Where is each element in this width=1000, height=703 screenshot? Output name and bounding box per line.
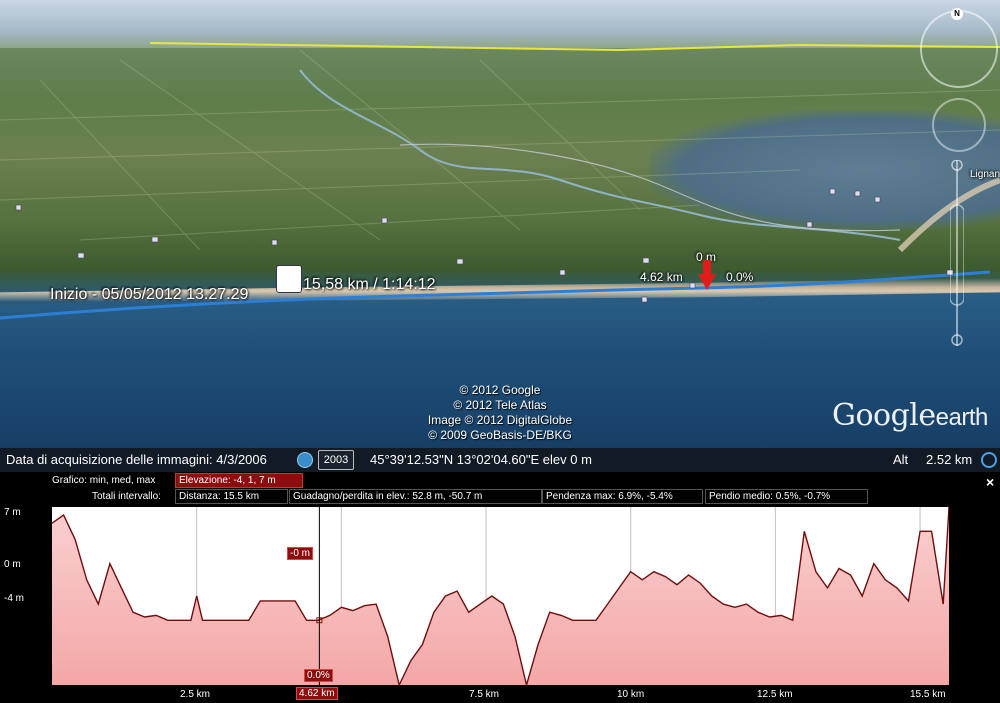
y-tick-label: 7 m (4, 507, 21, 518)
x-tick-label: 2.5 km (180, 689, 211, 700)
x-tick-label: 12.5 km (757, 689, 793, 700)
imagery-date: Data di acquisizione delle immagini: 4/3… (6, 452, 267, 467)
compass-ring-icon[interactable] (920, 10, 998, 88)
look-joystick-icon[interactable] (932, 98, 986, 152)
track-summary-label: 15,58 km / 1:14:12 (303, 276, 436, 293)
streaming-globe-icon (981, 452, 997, 468)
totals-label: Totali intervallo: (92, 491, 161, 502)
graph-label: Grafico: min, med, max (52, 475, 156, 486)
marker-slope-label: 0.0% (726, 270, 754, 284)
logo-google-text: Google (832, 398, 936, 433)
track-start-label: Inizio - 05/05/2012 13.27.29 (50, 286, 249, 303)
status-bar: Data di acquisizione delle immagini: 4/3… (0, 448, 1000, 472)
avg-slope-stat[interactable]: Pendio medio: 0.5%, -0.7% (705, 489, 868, 504)
historical-imagery-clock-icon[interactable] (297, 452, 313, 468)
elevation-chart[interactable] (51, 506, 950, 688)
copyright-line: Image © 2012 DigitalGlobe (427, 413, 573, 427)
distance-stat[interactable]: Distanza: 15.5 km (175, 489, 288, 504)
logo-earth-text: earth (935, 404, 989, 431)
map-overlay (0, 42, 1000, 320)
start-pin-icon[interactable] (276, 265, 302, 293)
y-tick-label: -4 m (4, 593, 24, 604)
cursor-elevation-flag: -0 m (287, 547, 313, 560)
close-profile-icon[interactable]: × (986, 474, 994, 490)
earth-viewport[interactable]: Inizio - 05/05/2012 13.27.29 15,58 km / … (0, 0, 1000, 448)
cursor-slope-flag: 0.0% (304, 669, 333, 682)
imagery-year-button[interactable]: 2003 (318, 450, 354, 470)
elevation-area (52, 507, 949, 685)
zoom-slider[interactable] (950, 160, 964, 346)
x-tick-label: 15.5 km (910, 689, 946, 700)
y-tick-label: 0 m (4, 559, 21, 570)
coordinates-readout: 45°39'12.53"N 13°02'04.60"E elev 0 m (370, 452, 592, 467)
x-tick-label-cursor: 4.62 km (296, 687, 338, 700)
elevation-chart-svg[interactable] (51, 506, 950, 688)
max-slope-stat[interactable]: Pendenza max: 6.9%, -5.4% (542, 489, 703, 504)
gain-loss-stat[interactable]: Guadagno/perdita in elev.: 52.8 m, -50.7… (289, 489, 542, 504)
copyright-block: © 2012 Google © 2012 Tele Atlas Image © … (400, 383, 600, 443)
border-line (149, 42, 1000, 52)
elevation-stat[interactable]: Elevazione: -4, 1, 7 m (175, 473, 303, 488)
marker-distance-label: 4.62 km (640, 270, 683, 284)
position-marker-arrow-icon[interactable] (698, 260, 716, 290)
altitude-value: 2.52 km (926, 452, 973, 467)
x-tick-label: 10 km (617, 689, 645, 700)
altitude-label: Alt (893, 452, 909, 467)
x-tick-label: 7.5 km (469, 689, 500, 700)
copyright-line: © 2009 GeoBasis-DE/BKG (428, 428, 572, 442)
place-label: Lignan (970, 169, 1000, 180)
copyright-line: © 2012 Google (459, 383, 541, 397)
copyright-line: © 2012 Tele Atlas (453, 398, 547, 412)
compass-north-icon[interactable]: N (951, 8, 963, 20)
google-earth-logo: Googleearth (832, 398, 988, 433)
